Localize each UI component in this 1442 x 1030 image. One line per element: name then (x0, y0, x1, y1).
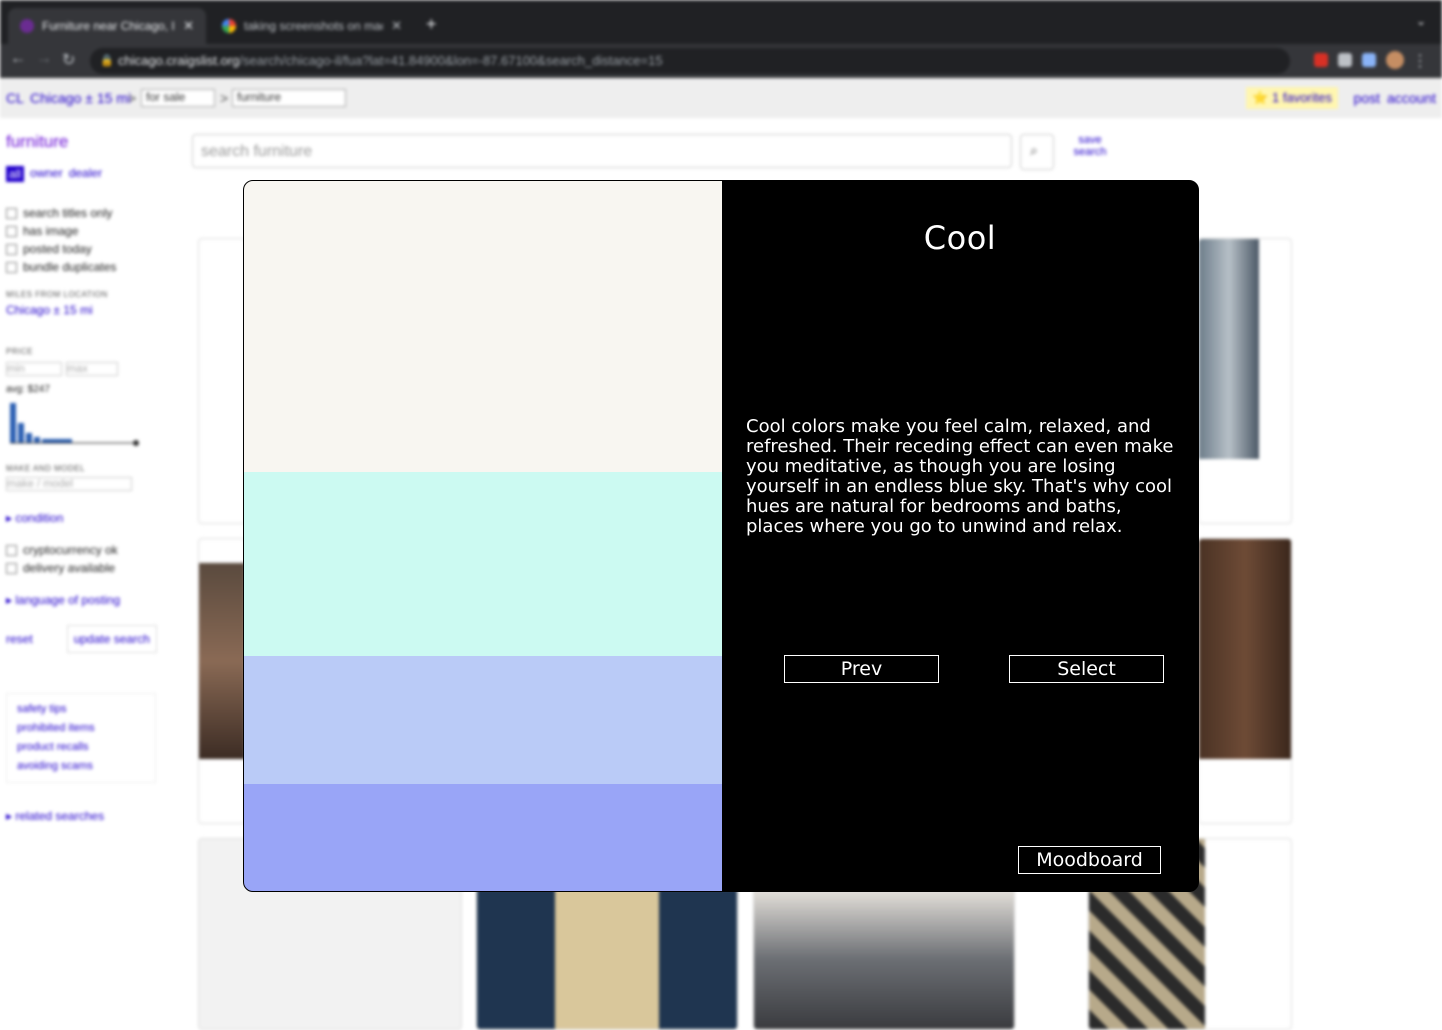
color-swatch (244, 471, 722, 657)
color-scheme-modal: Cool Cool colors make you feel calm, rel… (243, 180, 1199, 892)
scheme-description: Cool colors make you feel calm, relaxed,… (746, 416, 1174, 537)
color-swatch (244, 181, 722, 472)
scheme-title: Cool (923, 219, 997, 257)
color-swatch (244, 784, 722, 891)
modal-overlay: Cool Cool colors make you feel calm, rel… (0, 0, 1442, 1026)
description-panel: Cool Cool colors make you feel calm, rel… (722, 181, 1198, 891)
select-button[interactable]: Select (1009, 655, 1164, 683)
swatch-column (244, 181, 722, 891)
color-swatch (244, 656, 722, 785)
moodboard-button[interactable]: Moodboard (1018, 846, 1161, 874)
prev-button[interactable]: Prev (784, 655, 939, 683)
